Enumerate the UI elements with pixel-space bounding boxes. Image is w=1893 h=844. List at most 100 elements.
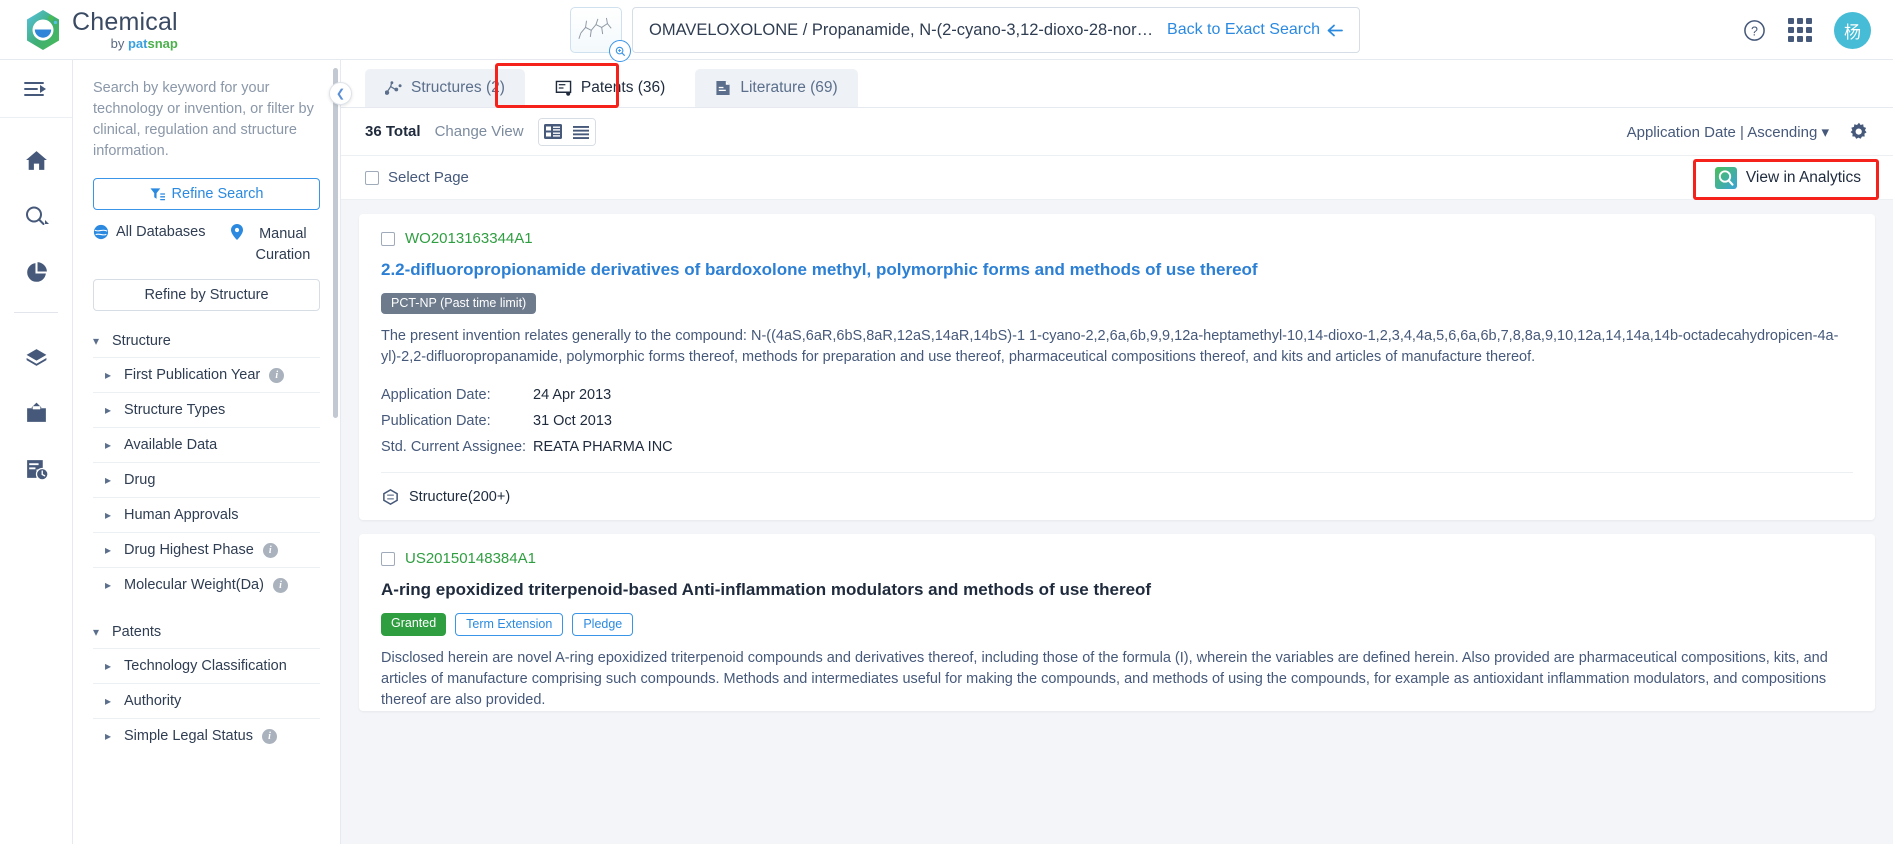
search-area: OMAVELOXOLONE / Propanamide, N-(2-cyano-…: [570, 7, 1360, 62]
facet-available-data[interactable]: ▸ Available Data: [93, 427, 320, 462]
info-icon[interactable]: i: [262, 542, 278, 558]
chevron-right-icon: ▸: [105, 543, 112, 557]
all-databases-selector[interactable]: All Databases: [93, 224, 205, 240]
home-icon: [25, 150, 47, 170]
brand-title: Chemical: [72, 7, 178, 36]
back-to-exact-search-label: Back to Exact Search: [1167, 21, 1320, 38]
facet-group-patents: ▾ Patents ▸ Technology Classification ▸ …: [93, 616, 320, 753]
facet-label: First Publication Year: [124, 367, 261, 383]
chevron-down-icon: ▾: [1821, 123, 1829, 141]
structure-count-link[interactable]: Structure(200+): [381, 472, 1853, 520]
pledge-badge[interactable]: Pledge: [572, 613, 634, 636]
search-input[interactable]: OMAVELOXOLONE / Propanamide, N-(2-cyano-…: [632, 7, 1360, 53]
facet-human-approvals[interactable]: ▸ Human Approvals: [93, 497, 320, 532]
avatar[interactable]: 杨: [1834, 11, 1871, 49]
tab-literature[interactable]: Literature (69): [695, 69, 858, 107]
facet-molecular-weight[interactable]: ▸ Molecular Weight(Da) i: [93, 567, 320, 602]
back-to-exact-search-button[interactable]: Back to Exact Search: [1167, 21, 1343, 39]
chevron-right-icon: ▸: [105, 368, 112, 382]
analytics-magnifier-icon: [1714, 166, 1737, 189]
box-icon: [26, 348, 46, 366]
info-icon[interactable]: i: [272, 577, 288, 593]
top-header: Chemical by patsnap OMAVELOXOLONE / Prop…: [0, 0, 1893, 62]
publication-row: US20150148384A1: [381, 550, 1853, 567]
tab-patents-label: Patents (36): [580, 79, 666, 96]
select-page-control[interactable]: Select Page: [365, 169, 469, 186]
sidebar-item-library[interactable]: [12, 329, 60, 385]
facet-label: Technology Classification: [124, 658, 287, 674]
facet-drug[interactable]: ▸ Drug: [93, 462, 320, 497]
zoom-structure-icon[interactable]: [609, 40, 631, 62]
help-circle-icon[interactable]: ?: [1743, 19, 1766, 42]
result-abstract: Disclosed herein are novel A-ring epoxid…: [381, 650, 1828, 708]
report-clock-icon: [26, 459, 49, 481]
result-tags: Granted Term Extension Pledge: [381, 613, 1853, 636]
result-title[interactable]: A-ring epoxidized triterpenoid-based Ant…: [381, 579, 1853, 601]
result-checkbox[interactable]: [381, 231, 395, 246]
brand-subtitle: by patsnap: [72, 37, 178, 50]
structure-thumbnail[interactable]: [570, 7, 631, 62]
sidebar-item-upload[interactable]: [12, 385, 60, 441]
facet-label: Drug Highest Phase: [124, 542, 254, 558]
sidebar-scrollbar[interactable]: [333, 68, 338, 418]
facet-group-patents-header[interactable]: ▾ Patents: [93, 616, 320, 648]
term-extension-badge[interactable]: Term Extension: [455, 613, 564, 636]
tab-structures-label: Structures (2): [411, 79, 505, 96]
meta-row: Publication Date: 31 Oct 2013: [381, 408, 1853, 434]
manual-curation-line1: Manual: [259, 226, 307, 242]
tab-patents[interactable]: Patents (36): [534, 69, 686, 107]
facet-first-publication-year[interactable]: ▸ First Publication Year i: [93, 357, 320, 392]
refine-search-button[interactable]: Refine Search: [93, 178, 320, 210]
manual-curation-label[interactable]: Manual Curation: [255, 224, 310, 266]
facet-technology-classification[interactable]: ▸ Technology Classification: [93, 648, 320, 683]
sidebar-hint-text: Search by keyword for your technology or…: [93, 80, 314, 159]
sidebar-item-search[interactable]: [12, 188, 60, 244]
results-list: WO2013163344A1 2.2-difluoropropionamide …: [341, 200, 1893, 844]
grid-apps-icon[interactable]: [1788, 18, 1812, 42]
sort-selector-label: Application Date | Ascending: [1626, 123, 1818, 141]
publication-number[interactable]: US20150148384A1: [405, 550, 536, 567]
facet-drug-highest-phase[interactable]: ▸ Drug Highest Phase i: [93, 532, 320, 567]
toolbar-left: 36 Total Change View: [365, 117, 596, 146]
collapse-sidebar-button[interactable]: ❮: [329, 82, 352, 105]
tab-structures[interactable]: Structures (2): [365, 69, 525, 107]
facet-label: Structure Types: [124, 402, 226, 418]
brand-logo-area[interactable]: Chemical by patsnap: [24, 9, 178, 51]
sidebar-item-analytics[interactable]: [12, 244, 60, 300]
result-title[interactable]: 2.2-difluoropropionamide derivatives of …: [381, 259, 1853, 281]
filter-sidebar: Search by keyword for your technology or…: [73, 60, 341, 844]
refine-by-structure-button[interactable]: Refine by Structure: [93, 279, 320, 311]
change-view-label[interactable]: Change View: [435, 123, 524, 140]
select-page-label: Select Page: [388, 169, 469, 186]
card-view-button[interactable]: [538, 118, 567, 145]
sidebar-item-history[interactable]: [12, 441, 60, 497]
gear-icon[interactable]: [1849, 122, 1869, 142]
result-checkbox[interactable]: [381, 551, 395, 566]
search-query-value: OMAVELOXOLONE / Propanamide, N-(2-cyano-…: [649, 20, 1159, 39]
facet-group-structure-header[interactable]: ▾ Structure: [93, 325, 320, 357]
chevron-right-icon: ▸: [105, 473, 112, 487]
publication-number[interactable]: WO2013163344A1: [405, 230, 533, 247]
meta-value[interactable]: REATA PHARMA INC: [533, 436, 673, 458]
view-in-analytics-button[interactable]: View in Analytics: [1707, 163, 1869, 193]
facet-simple-legal-status[interactable]: ▸ Simple Legal Status i: [93, 718, 320, 753]
expand-sidebar-icon[interactable]: [0, 60, 72, 118]
app-root: Chemical by patsnap OMAVELOXOLONE / Prop…: [0, 0, 1893, 844]
select-bar: Select Page View in Analytics: [341, 156, 1893, 200]
facet-group-structure: ▾ Structure ▸ First Publication Year i ▸…: [93, 325, 320, 602]
list-view-button[interactable]: [566, 118, 595, 145]
main-content: Structures (2) Patents (36) Literature (…: [341, 60, 1893, 844]
search-icon: [25, 206, 49, 225]
list-view-icon: [572, 125, 589, 139]
refine-search-label: Refine Search: [171, 186, 264, 202]
sort-selector[interactable]: Application Date | Ascending ▾: [1627, 123, 1829, 141]
facet-label: Molecular Weight(Da): [124, 577, 264, 593]
molecule-preview-icon: [578, 17, 612, 39]
info-icon[interactable]: i: [269, 367, 285, 383]
sidebar-item-home[interactable]: [12, 132, 60, 188]
info-icon[interactable]: i: [261, 728, 277, 744]
facet-structure-types[interactable]: ▸ Structure Types: [93, 392, 320, 427]
status-badge: PCT-NP (Past time limit): [381, 293, 537, 314]
facet-authority[interactable]: ▸ Authority: [93, 683, 320, 718]
select-page-checkbox[interactable]: [365, 170, 379, 185]
